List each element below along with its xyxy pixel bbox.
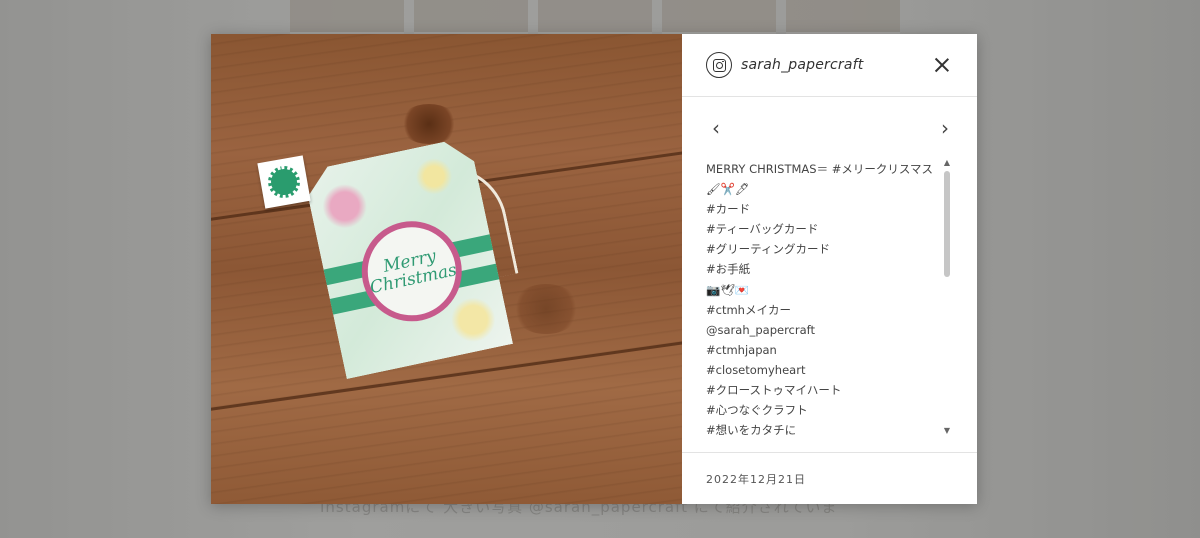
instagram-icon[interactable] bbox=[706, 52, 732, 78]
caption-line: #カード bbox=[706, 202, 751, 217]
caption-line: #グリーティングカード bbox=[706, 242, 830, 257]
caption-line: MERRY CHRISTMAS＝ #メリークリスマス bbox=[706, 162, 934, 176]
post-footer: 2022年12月21日 bbox=[682, 452, 977, 504]
post-header: sarah_papercraft bbox=[682, 34, 977, 97]
caption-list: MERRY CHRISTMAS＝ #メリークリスマス 🖌✂️🖊 #カード #ティーバッ… bbox=[706, 159, 947, 440]
scrollbar[interactable]: ▲ ▼ bbox=[943, 159, 951, 435]
post-date: 2022年12月21日 bbox=[706, 472, 806, 486]
tea-bag-tag bbox=[257, 155, 311, 209]
caption-line: #心つなぐクラフト bbox=[706, 403, 808, 418]
scrollbar-thumb[interactable] bbox=[944, 171, 950, 277]
caption-line: #想いをカタチに bbox=[706, 423, 797, 438]
close-icon[interactable] bbox=[931, 54, 953, 76]
post-image: Merry Christmas bbox=[211, 34, 682, 504]
caption-line: 🖌✂️🖊 bbox=[706, 182, 750, 197]
username-link[interactable]: sarah_papercraft bbox=[741, 57, 931, 73]
caption-line: #closetomyheart bbox=[706, 362, 806, 377]
caption-line: #ctmhjapan bbox=[706, 342, 777, 357]
scroll-down-arrow-icon[interactable]: ▼ bbox=[943, 427, 951, 435]
tea-bag-card: Merry Christmas bbox=[299, 119, 519, 379]
caption-scroll-area[interactable]: MERRY CHRISTMAS＝ #メリークリスマス 🖌✂️🖊 #カード #ティーバッ… bbox=[682, 159, 977, 452]
caption-line: #お手紙 bbox=[706, 262, 751, 277]
post-navigation: ‹ › bbox=[682, 97, 977, 159]
post-sidebar: sarah_papercraft ‹ › MERRY CHRISTMAS＝ #メ… bbox=[682, 34, 977, 504]
chevron-left-icon[interactable]: ‹ bbox=[712, 118, 720, 138]
caption-line: #ctmhメイカー bbox=[706, 302, 791, 317]
post-modal: Merry Christmas sarah_papercraft ‹ › MER… bbox=[211, 34, 977, 504]
wood-knot bbox=[511, 284, 581, 334]
scroll-up-arrow-icon[interactable]: ▲ bbox=[943, 159, 951, 167]
tag-seal-icon bbox=[265, 163, 303, 201]
chevron-right-icon[interactable]: › bbox=[941, 118, 949, 138]
caption-line: @sarah_papercraft bbox=[706, 322, 816, 337]
caption-line: #ティーバッグカード bbox=[706, 222, 819, 237]
caption-line: 📷🕊💌 bbox=[706, 282, 750, 297]
caption-line: #クローストゥマイハート bbox=[706, 383, 842, 398]
